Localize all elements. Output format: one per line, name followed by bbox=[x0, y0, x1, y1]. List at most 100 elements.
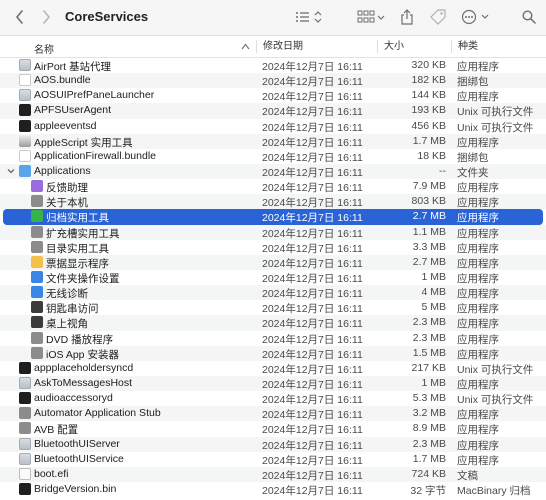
back-button[interactable] bbox=[10, 7, 30, 27]
file-size: 2.3 MB bbox=[412, 331, 446, 344]
file-row[interactable]: AppleScript 实用工具 2024年12月7日 16:11 1.7 MB 应用… bbox=[0, 133, 546, 149]
file-row[interactable]: 桌上视角 2024年12月7日 16:11 2.3 MB 应用程序 bbox=[0, 315, 546, 331]
modified-date: 2024年12月7日 16:11 bbox=[262, 227, 363, 240]
modified-date: 2024年12月7日 16:11 bbox=[262, 106, 363, 119]
file-row[interactable]: 目录实用工具 2024年12月7日 16:11 3.3 MB 应用程序 bbox=[0, 240, 546, 255]
file-name: 文件夹操作设置 bbox=[46, 272, 120, 285]
file-row[interactable]: iOS App 安装器 2024年12月7日 16:11 1.5 MB 应用程序 bbox=[0, 345, 546, 361]
file-row[interactable]: AskToMessagesHost 2024年12月7日 16:11 1 MB 应用程… bbox=[0, 375, 546, 392]
tag-icon bbox=[430, 9, 446, 25]
modified-date: 2024年12月7日 16:11 bbox=[262, 439, 363, 452]
file-row[interactable]: 归档实用工具 2024年12月7日 16:11 2.7 MB 应用程序 bbox=[3, 209, 543, 225]
file-kind: 应用程序 bbox=[457, 91, 499, 104]
column-header-bar: 名称 修改日期 大小 种类 bbox=[0, 36, 546, 58]
file-row[interactable]: 无线诊断 2024年12月7日 16:11 4 MB 应用程序 bbox=[0, 285, 546, 301]
file-size: 2.7 MB bbox=[412, 255, 446, 268]
modified-date: 2024年12月7日 16:11 bbox=[262, 333, 363, 346]
file-row[interactable]: appplaceholdersyncd 2024年12月7日 16:11 217 K… bbox=[0, 361, 546, 376]
file-row[interactable]: BluetoothUIServer 2024年12月7日 16:11 2.3 MB 应… bbox=[0, 436, 546, 452]
modified-date: 2024年12月7日 16:11 bbox=[262, 409, 363, 422]
file-kind: 应用程序 bbox=[457, 409, 499, 422]
gray-app-icon bbox=[31, 225, 43, 238]
file-name: BluetoothUIService bbox=[34, 452, 124, 465]
file-row[interactable]: APFSUserAgent 2024年12月7日 16:11 193 KB Unix … bbox=[0, 103, 546, 119]
script-icon bbox=[19, 134, 31, 147]
file-row[interactable]: 反馈助理 2024年12月7日 16:11 7.9 MB 应用程序 bbox=[0, 179, 546, 194]
file-row[interactable]: ApplicationFirewall.bundle 2024年12月7日 16:… bbox=[0, 149, 546, 164]
column-header-kind[interactable]: 种类 bbox=[451, 40, 478, 53]
share-button[interactable] bbox=[398, 7, 416, 27]
grid-icon bbox=[357, 10, 385, 23]
exec-icon bbox=[19, 119, 31, 132]
file-kind: 应用程序 bbox=[457, 454, 499, 467]
file-name: AVB 配置 bbox=[34, 424, 79, 437]
column-header-name[interactable]: 名称 bbox=[34, 41, 54, 56]
file-kind: 应用程序 bbox=[457, 272, 499, 285]
file-name: BluetoothUIServer bbox=[34, 437, 120, 450]
file-row[interactable]: Applications 2024年12月7日 16:11 -- 文件夹 bbox=[0, 163, 546, 180]
file-row[interactable]: DVD 播放程序 2024年12月7日 16:11 2.3 MB 应用程序 bbox=[0, 331, 546, 346]
file-row[interactable]: boot.efi 2024年12月7日 16:11 724 KB 文稿 bbox=[0, 466, 546, 482]
group-button[interactable] bbox=[357, 7, 385, 27]
exec-icon bbox=[19, 482, 31, 495]
file-name: AskToMessagesHost bbox=[34, 376, 133, 389]
green-app-icon bbox=[31, 210, 43, 223]
file-row[interactable]: BridgeVersion.bin 2024年12月7日 16:11 32 字节 Ma… bbox=[0, 482, 546, 497]
file-row[interactable]: audioaccessoryd 2024年12月7日 16:11 5.3 MB Uni… bbox=[0, 391, 546, 406]
modified-date: 2024年12月7日 16:11 bbox=[262, 76, 363, 89]
file-kind: 应用程序 bbox=[457, 61, 499, 73]
action-menu-button[interactable] bbox=[461, 7, 491, 27]
file-row[interactable]: 关于本机 2024年12月7日 16:11 803 KB 应用程序 bbox=[0, 194, 546, 210]
file-row[interactable]: 扩充槽实用工具 2024年12月7日 16:11 1.1 MB 应用程序 bbox=[0, 224, 546, 240]
file-size: 1.1 MB bbox=[412, 225, 446, 238]
disclosure-chevron-down-icon[interactable] bbox=[6, 166, 16, 177]
file-size: 217 KB bbox=[411, 361, 446, 374]
app-icon bbox=[19, 452, 31, 465]
file-row[interactable]: BluetoothUIService 2024年12月7日 16:11 1.7 MB… bbox=[0, 452, 546, 467]
modified-date: 2024年12月7日 16:11 bbox=[262, 363, 363, 376]
file-size: 2.7 MB bbox=[412, 210, 446, 223]
yellow-app-icon bbox=[31, 255, 43, 268]
file-name: Applications bbox=[34, 164, 91, 177]
file-name: 反馈助理 bbox=[46, 182, 88, 195]
search-button[interactable] bbox=[520, 7, 538, 27]
forward-button[interactable] bbox=[36, 7, 56, 27]
view-options-button[interactable] bbox=[294, 7, 324, 27]
file-row[interactable]: AirPort 基站代理 2024年12月7日 16:11 320 KB 应用程序 bbox=[0, 58, 546, 73]
tag-button[interactable] bbox=[428, 7, 448, 27]
file-kind: 应用程序 bbox=[457, 197, 499, 210]
modified-date: 2024年12月7日 16:11 bbox=[262, 182, 363, 195]
file-kind: 应用程序 bbox=[457, 212, 499, 225]
file-row[interactable]: Automator Application Stub 2024年12月7日 16:… bbox=[0, 406, 546, 422]
modified-date: 2024年12月7日 16:11 bbox=[262, 394, 363, 407]
exec-icon bbox=[19, 392, 31, 405]
file-name: appplaceholdersyncd bbox=[34, 361, 134, 374]
doc-icon bbox=[19, 467, 31, 480]
list-view-icon bbox=[296, 11, 322, 23]
file-name: BridgeVersion.bin bbox=[34, 482, 117, 495]
file-name: 扩充槽实用工具 bbox=[46, 227, 120, 240]
file-row[interactable]: 文件夹操作设置 2024年12月7日 16:11 1 MB 应用程序 bbox=[0, 270, 546, 285]
file-row[interactable]: AOS.bundle 2024年12月7日 16:11 182 KB 捆绑包 bbox=[0, 73, 546, 89]
file-size: 3.3 MB bbox=[412, 240, 446, 253]
column-header-size[interactable]: 大小 bbox=[377, 40, 404, 53]
modified-date: 2024年12月7日 16:11 bbox=[262, 303, 363, 316]
blue-app-icon bbox=[31, 286, 43, 299]
modified-date: 2024年12月7日 16:11 bbox=[262, 257, 363, 270]
file-row[interactable]: 票据显示程序 2024年12月7日 16:11 2.7 MB 应用程序 bbox=[0, 254, 546, 270]
sort-ascending-icon bbox=[241, 41, 250, 53]
file-row[interactable]: AOSUIPrefPaneLauncher 2024年12月7日 16:11 144… bbox=[0, 88, 546, 103]
file-row[interactable]: AVB 配置 2024年12月7日 16:11 8.9 MB 应用程序 bbox=[0, 421, 546, 436]
file-row[interactable]: appleeventsd 2024年12月7日 16:11 456 KB Unix 可… bbox=[0, 119, 546, 134]
modified-date: 2024年12月7日 16:11 bbox=[262, 378, 363, 391]
file-name: AOSUIPrefPaneLauncher bbox=[34, 89, 155, 102]
file-size: 803 KB bbox=[411, 195, 446, 208]
file-name: Automator Application Stub bbox=[34, 407, 161, 420]
file-name: 无线诊断 bbox=[46, 288, 88, 301]
app-icon bbox=[19, 89, 31, 102]
file-size: 1 MB bbox=[421, 270, 446, 283]
file-row[interactable]: 钥匙串访问 2024年12月7日 16:11 5 MB 应用程序 bbox=[0, 300, 546, 315]
column-header-date[interactable]: 修改日期 bbox=[256, 40, 303, 53]
file-size: 4 MB bbox=[421, 286, 446, 299]
file-kind: 应用程序 bbox=[457, 288, 499, 301]
